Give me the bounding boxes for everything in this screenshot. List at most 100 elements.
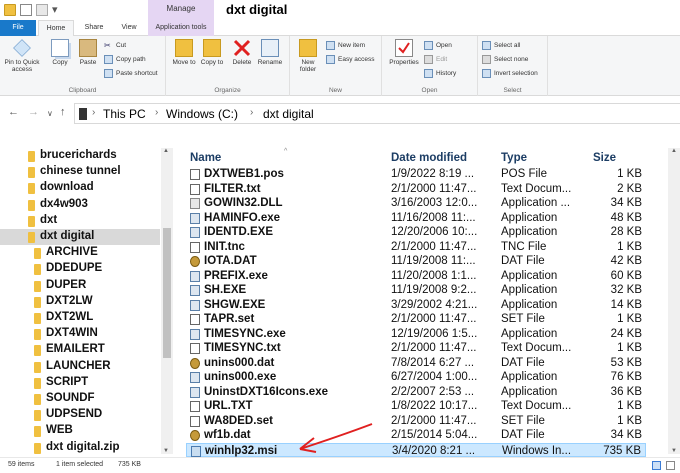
column-name[interactable]: Name [190, 152, 221, 164]
tab-application-tools[interactable]: Application tools [148, 20, 214, 36]
properties-qat-icon[interactable] [20, 3, 32, 16]
paste-button[interactable]: Paste [74, 39, 102, 66]
nav-item[interactable]: DUPER [0, 278, 160, 294]
file-row[interactable]: TIMESYNC.exe 12/19/2006 1:5... Application… [186, 327, 646, 342]
nav-item[interactable]: LAUNCHER [0, 359, 160, 375]
nav-item[interactable]: download [0, 180, 160, 196]
file-row[interactable]: SH.EXE 11/19/2008 9:2... Application 32 KB [186, 283, 646, 298]
file-row[interactable]: TAPR.set 2/1/2000 11:47... SET File 1 KB [186, 312, 646, 327]
file-row[interactable]: TIMESYNC.txt 2/1/2000 11:47... Text Docum.… [186, 341, 646, 356]
copy-to-button[interactable]: Copy to [198, 39, 226, 66]
recent-locations-chevron-icon[interactable]: ∨ [47, 109, 53, 118]
status-item-count: 59 items [8, 461, 35, 468]
file-row[interactable]: DXTWEB1.pos 1/9/2022 8:19 ... POS File 1 KB [186, 167, 646, 182]
tab-share[interactable]: Share [76, 20, 112, 36]
scroll-up-icon[interactable]: ▲ [163, 148, 169, 154]
easy-access-button[interactable]: Easy access [326, 54, 375, 65]
chevron-right-icon[interactable]: › [250, 107, 253, 118]
cut-button[interactable]: ✂ Cut [104, 40, 126, 51]
chevron-right-icon[interactable]: › [92, 107, 95, 118]
breadcrumb-windows-c[interactable]: Windows (C:) [166, 107, 238, 121]
delete-button[interactable]: Delete [228, 39, 256, 66]
open-button[interactable]: Open [424, 40, 452, 51]
file-row[interactable]: SHGW.EXE 3/29/2002 4:21... Application 14 K… [186, 298, 646, 313]
rename-button[interactable]: Rename [256, 39, 284, 66]
new-folder-button[interactable]: New folder [294, 39, 322, 73]
back-arrow-icon[interactable]: ← [8, 106, 19, 118]
chevron-right-icon[interactable]: › [155, 107, 158, 118]
nav-item[interactable]: DXT4WIN [0, 326, 160, 342]
nav-item[interactable]: ARCHIVE [0, 245, 160, 261]
nav-item[interactable]: SCRIPT [0, 375, 160, 391]
properties-button[interactable]: Properties [386, 39, 422, 66]
copy-path-button[interactable]: Copy path [104, 54, 146, 65]
nav-scrollbar-thumb[interactable] [163, 228, 171, 358]
nav-scrollbar[interactable]: ▲ ▼ [161, 148, 173, 454]
nav-item[interactable]: dxt [0, 213, 160, 229]
file-row[interactable]: GOWIN32.DLL 3/16/2003 12:0... Application … [186, 196, 646, 211]
easy-access-icon [326, 55, 335, 64]
file-row[interactable]: IOTA.DAT 11/19/2008 11:... DAT File 42 KB [186, 254, 646, 269]
breadcrumb-dxt-digital[interactable]: dxt digital [263, 107, 314, 121]
breadcrumb-this-pc[interactable]: This PC [103, 107, 146, 121]
select-none-icon [482, 55, 491, 64]
select-all-button[interactable]: Select all [482, 40, 520, 51]
details-view-icon[interactable] [652, 461, 661, 470]
file-row[interactable]: IDENTD.EXE 12/20/2006 10:... Application 28… [186, 225, 646, 240]
title-bar: ▾ Manage dxt digital [0, 0, 680, 20]
tab-home[interactable]: Home [38, 20, 74, 37]
file-row[interactable]: WA8DED.set 2/1/2000 11:47... SET File 1 KB [186, 414, 646, 429]
large-icons-view-icon[interactable] [666, 461, 675, 470]
nav-item[interactable]: DXT2WL [0, 310, 160, 326]
edit-button[interactable]: Edit [424, 54, 447, 65]
file-row[interactable]: unins000.dat 7/8/2014 6:27 ... DAT File 53 … [186, 356, 646, 371]
file-row[interactable]: PREFIX.exe 11/20/2008 1:1... Application 60… [186, 269, 646, 284]
file-row[interactable]: winhlp32.msi 3/4/2020 8:21 ... Windows In.… [186, 442, 646, 458]
select-none-button[interactable]: Select none [482, 54, 528, 65]
new-folder-qat-icon[interactable] [36, 3, 48, 16]
scroll-down-icon[interactable]: ▼ [671, 448, 677, 454]
nav-item[interactable]: DXT2LW [0, 294, 160, 310]
file-row[interactable]: wf1b.dat 2/15/2014 5:04... DAT File 34 KB [186, 428, 646, 443]
file-row[interactable]: unins000.exe 6/27/2004 1:00... Application… [186, 370, 646, 385]
forward-arrow-icon[interactable]: → [28, 106, 39, 118]
file-row[interactable]: HAMINFO.exe 11/16/2008 11:... Application 4… [186, 211, 646, 226]
column-date-modified[interactable]: Date modified [391, 152, 467, 164]
new-item-button[interactable]: New item [326, 40, 365, 51]
nav-item[interactable]: WEB [0, 423, 160, 439]
address-bar[interactable]: › This PC › Windows (C:) › dxt digital [74, 103, 680, 124]
customize-qat-icon[interactable]: ▾ [52, 3, 58, 16]
nav-item[interactable]: dxt digital [0, 229, 160, 245]
column-type[interactable]: Type [501, 152, 527, 164]
nav-item[interactable]: brucerichards [0, 148, 160, 164]
nav-item[interactable]: dx4w903 [0, 197, 160, 213]
rename-icon [261, 39, 279, 57]
file-row[interactable]: FILTER.txt 2/1/2000 11:47... Text Docum...… [186, 182, 646, 197]
nav-item[interactable]: EMAILERT [0, 342, 160, 358]
nav-item[interactable]: DDEDUPE [0, 261, 160, 277]
invert-selection-button[interactable]: Invert selection [482, 68, 538, 79]
pin-to-quick-access-button[interactable]: Pin to Quick access [2, 39, 42, 73]
nav-item[interactable]: UDPSEND [0, 407, 160, 423]
file-size: 14 KB [610, 298, 642, 311]
move-to-button[interactable]: Move to [170, 39, 198, 66]
history-button[interactable]: History [424, 68, 456, 79]
tab-view[interactable]: View [114, 20, 144, 36]
file-size: 76 KB [610, 371, 642, 383]
nav-item[interactable]: dxt digital.zip [0, 440, 160, 456]
file-date: 12/19/2006 1:5... [391, 327, 478, 340]
copy-button[interactable]: Copy [46, 39, 74, 66]
paste-shortcut-button[interactable]: Paste shortcut [104, 68, 158, 79]
file-list-scrollbar[interactable]: ▲ ▼ [668, 148, 680, 454]
column-size[interactable]: Size [593, 152, 616, 164]
file-row[interactable]: URL.TXT 1/8/2022 10:17... Text Docum... 1 K… [186, 399, 646, 414]
file-size: 60 KB [610, 269, 642, 282]
tab-file[interactable]: File [0, 20, 36, 36]
scroll-down-icon[interactable]: ▼ [163, 448, 169, 454]
file-row[interactable]: UninstDXT16Icons.exe 2/2/2007 2:53 ... App… [186, 385, 646, 400]
up-arrow-icon[interactable]: ↑ [60, 106, 66, 118]
nav-item[interactable]: SOUNDF [0, 391, 160, 407]
scroll-up-icon[interactable]: ▲ [671, 148, 677, 154]
nav-item[interactable]: chinese tunnel [0, 164, 160, 180]
file-row[interactable]: INIT.tnc 2/1/2000 11:47... TNC File 1 KB [186, 240, 646, 255]
